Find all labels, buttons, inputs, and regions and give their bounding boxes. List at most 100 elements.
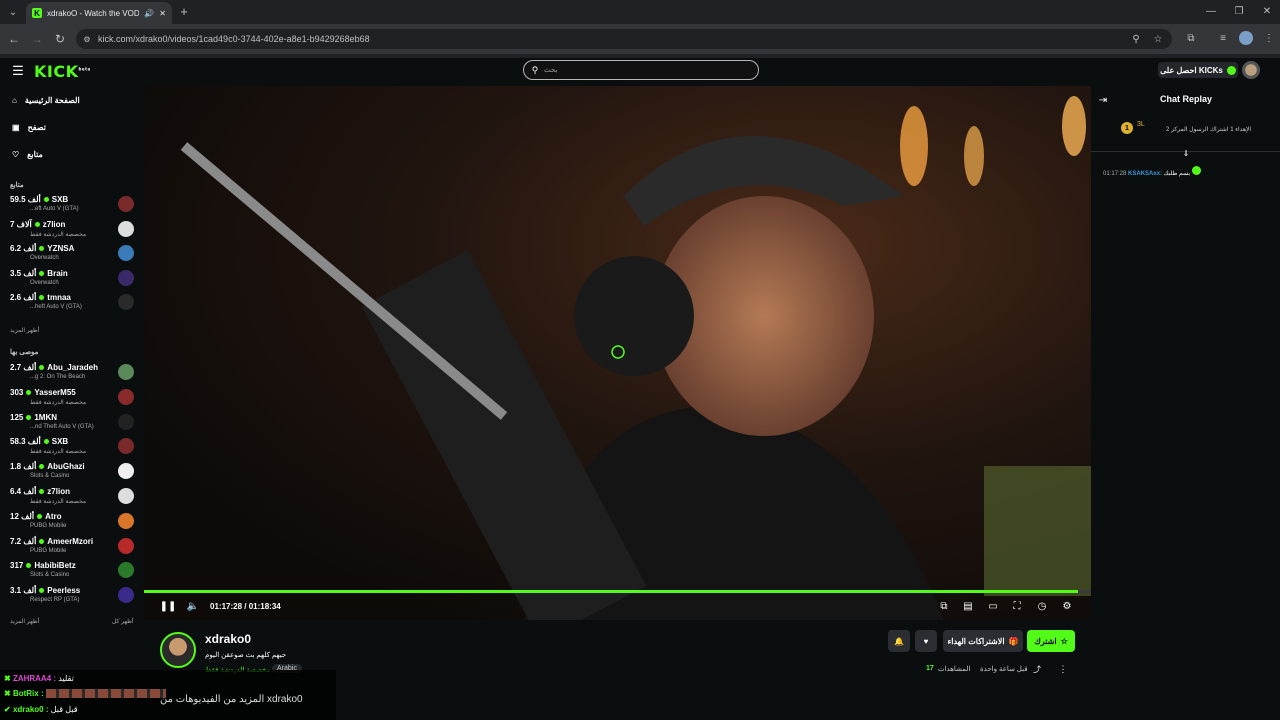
notification-button[interactable]: 🔔	[888, 630, 910, 652]
show-all-recommended[interactable]: أظهر كل	[112, 618, 134, 625]
new-tab-icon[interactable]: +	[177, 4, 191, 19]
channel-list-item[interactable]: 58.3 ألف SXB مخصصة الدردشة فقط	[0, 434, 144, 458]
channel-list-item[interactable]: 59.5 ألف SXB ...eft Auto V (GTA)	[0, 192, 144, 216]
overlay-user-3[interactable]: xdrako0 :	[13, 705, 49, 714]
media-control-icon[interactable]: ≡	[1216, 31, 1230, 45]
channel-list-item[interactable]: 3.1 ألف Peerless Respect RP (GTA)	[0, 583, 144, 607]
channel-category: ...nd Theft Auto V (GTA)	[30, 423, 94, 430]
overlay-user-2[interactable]: BotRix :	[13, 689, 44, 698]
kicks-icon	[1226, 65, 1236, 75]
share-icon[interactable]: ⤴	[1032, 664, 1042, 674]
more-options-icon[interactable]: ⋮	[1058, 664, 1068, 674]
profile-avatar[interactable]	[1239, 31, 1253, 45]
follow-button[interactable]: ♥	[915, 630, 937, 652]
channel-list-item[interactable]: 303 YasserM55 مخصصة الدردشة فقط	[0, 385, 144, 409]
forward-icon[interactable]: →	[29, 31, 45, 47]
overlay-line-2: ✖ BotRix :	[4, 689, 166, 699]
reload-icon[interactable]: ↻	[52, 31, 68, 47]
browser-tab[interactable]: K xdrakoO - Watch the VOD o 🔊 ✕	[26, 2, 172, 24]
channel-list-item[interactable]: 6.2 ألف YZNSA Overwatch	[0, 241, 144, 265]
tab-list-icon[interactable]: ⌄	[6, 5, 20, 19]
miniplayer-icon[interactable]: ⧉	[938, 600, 950, 612]
channel-viewers: 125 1MKN	[10, 413, 57, 422]
audio-icon[interactable]: 🔊	[144, 9, 154, 18]
channel-category: PUBG Mobile	[30, 547, 67, 554]
channel-list-item[interactable]: 6.4 ألف z7lion مخصصة الدردشة فقط	[0, 484, 144, 508]
live-dot-icon	[39, 588, 45, 594]
hamburger-menu-icon[interactable]: ☰	[10, 63, 26, 79]
pinned-text: الإهداء 1 اشتراك الرسول المركز 2	[1166, 127, 1252, 133]
browser-menu-icon[interactable]: ⋮	[1262, 31, 1276, 45]
overlay-line-1: ✖ ZAHRAA4 : تقليد	[4, 674, 74, 683]
channel-category: PUBG Mobile	[30, 522, 67, 529]
channel-avatar	[118, 587, 134, 604]
window-close-icon[interactable]: ✕	[1260, 4, 1274, 18]
emote-strip	[45, 689, 166, 699]
user-avatar[interactable]	[1242, 61, 1260, 79]
search-input[interactable]: ⚲ بحث	[523, 60, 759, 80]
show-more-following[interactable]: أظهر المزيد	[10, 327, 39, 334]
channel-list-item[interactable]: 12 ألف Atro PUBG Mobile	[0, 509, 144, 533]
channel-name: AmeerMzori	[47, 536, 94, 546]
theater-mode-icon[interactable]: ▭	[987, 600, 999, 612]
bookmark-star-icon[interactable]: ☆	[1152, 33, 1164, 45]
extensions-icon[interactable]: ⧉	[1184, 31, 1198, 45]
kick-logo[interactable]: KICKbeta	[34, 62, 91, 81]
channel-list-item[interactable]: 3.5 ألف Brain Overwatch	[0, 266, 144, 290]
clip-icon[interactable]: ▤	[962, 600, 974, 612]
time-ago: قبل ساعة واحدة	[980, 666, 1028, 673]
channel-list-item[interactable]: 2.6 ألف tmnaa ...heft Auto V (GTA)	[0, 290, 144, 314]
channel-list-item[interactable]: 1.8 ألف AbuGhazi Slots & Casino	[0, 459, 144, 483]
playback-speed-icon[interactable]: ◷	[1036, 600, 1048, 612]
progress-bar[interactable]	[144, 590, 1091, 593]
channel-list-item[interactable]: 317 HabibiBetz Slots & Casino	[0, 558, 144, 582]
channel-category: Respect RP (GTA)	[30, 597, 80, 604]
fullscreen-icon[interactable]: ⛶	[1011, 600, 1023, 612]
zoom-icon[interactable]: ⚲	[1130, 33, 1142, 45]
volume-icon[interactable]: 🔈	[187, 600, 199, 612]
channel-name: tmnaa	[47, 293, 71, 302]
message-user[interactable]: KSAKSAxx:	[1128, 171, 1162, 177]
back-icon[interactable]: ←	[6, 31, 22, 47]
address-bar-row: ← → ↻ ⚙ kick.com/xdrako0/videos/1cad49c0…	[0, 24, 1280, 54]
tab-close-icon[interactable]: ✕	[159, 9, 166, 18]
channel-name: 1MKN	[34, 412, 58, 422]
player-controls: ❚❚ 🔈 01:17:28 / 01:18:34 ⧉ ▤ ▭ ⛶ ◷ ⚙	[144, 590, 1091, 620]
channel-viewers: 2.7 ألف Abu_Jaradeh	[10, 363, 98, 372]
show-more-recommended[interactable]: أظهر المزيد	[10, 618, 39, 625]
scroll-down-icon[interactable]: ⇓	[1181, 148, 1191, 158]
pause-icon[interactable]: ❚❚	[160, 600, 177, 612]
url-field[interactable]: ⚙ kick.com/xdrako0/videos/1cad49c0-3744-…	[76, 29, 1172, 49]
video-player[interactable]	[144, 86, 1091, 620]
channel-avatar[interactable]	[160, 632, 196, 668]
site-info-icon[interactable]: ⚙	[82, 34, 92, 44]
get-kicks-button[interactable]: احصل على KICKs	[1158, 62, 1238, 78]
collapse-chat-icon[interactable]: ⇥	[1097, 94, 1109, 106]
nav-browse[interactable]: ▣ تصفح	[12, 120, 46, 134]
star-icon: ☆	[1060, 636, 1068, 646]
subscribe-button[interactable]: اشترك ☆	[1027, 630, 1075, 652]
channel-name: z7lion	[42, 219, 66, 229]
channel-list-item[interactable]: 2.7 ألف Abu_Jaradeh ...g 2: On The Beach	[0, 360, 144, 384]
channel-list-item[interactable]: 125 1MKN ...nd Theft Auto V (GTA)	[0, 410, 144, 434]
channel-avatar	[118, 562, 134, 579]
viewer-count: 1.8 ألف	[10, 462, 37, 472]
channel-name[interactable]: xdrako0	[205, 632, 251, 646]
minimize-icon[interactable]: —	[1204, 4, 1218, 18]
channel-avatar	[118, 512, 134, 529]
message-time: 01:17:28	[1103, 171, 1127, 177]
overlay-chat: المزيد من الفيديوهات من xdrako0 ✖ ZAHRAA…	[0, 670, 336, 720]
gift-subs-button[interactable]: الاشتراكات الهداء 🎁	[943, 630, 1023, 652]
nav-following[interactable]: ♡ متابع	[12, 147, 43, 161]
maximize-icon[interactable]: ❐	[1232, 4, 1246, 18]
chat-message: 01:17:28 KSAKSAxx: بسم طلبك	[1103, 166, 1201, 177]
settings-gear-icon[interactable]: ⚙	[1061, 600, 1073, 612]
overlay-more-videos[interactable]: المزيد من الفيديوهات من xdrako0	[160, 694, 303, 705]
viewer-count: 3.5 ألف	[10, 268, 37, 278]
channel-list-item[interactable]: 7 آلاف z7lion مخصصة الدردشة فقط	[0, 217, 144, 241]
heart-icon: ♥	[923, 636, 929, 646]
channel-viewers: 303 YasserM55	[10, 388, 76, 397]
nav-home[interactable]: ⌂ الصفحة الرئيسية	[12, 93, 80, 107]
channel-list-item[interactable]: 7.2 ألف AmeerMzori PUBG Mobile	[0, 534, 144, 558]
overlay-user-1[interactable]: ZAHRAA4 :	[13, 674, 56, 683]
